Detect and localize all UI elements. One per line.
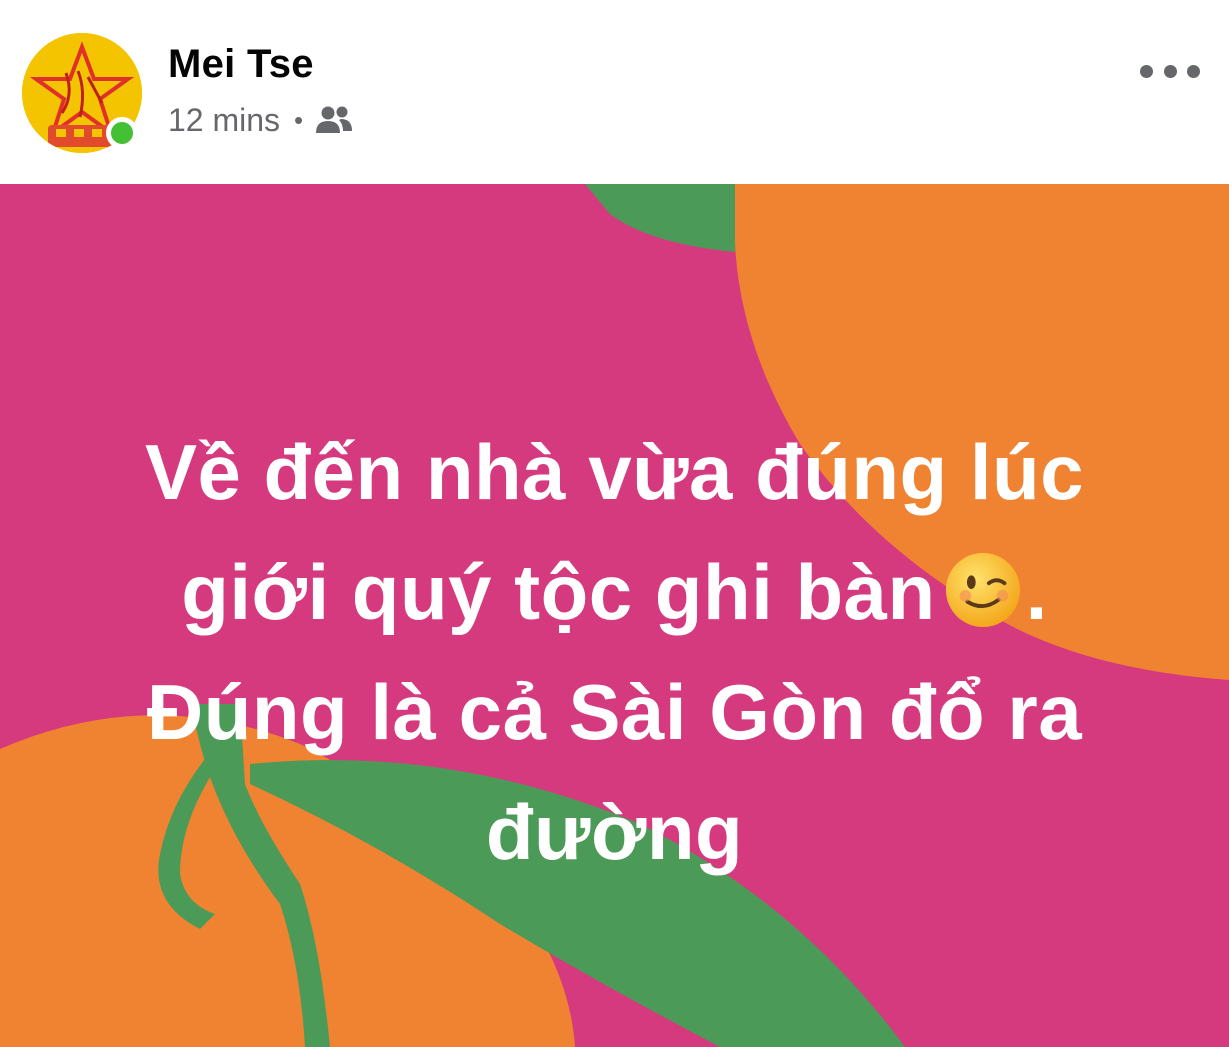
post-text-period: .	[1025, 548, 1048, 636]
post-text: Về đến nhà vừa đúng lúc giới quý tộc ghi…	[40, 412, 1189, 892]
avatar-wrapper[interactable]	[22, 33, 144, 155]
post-header: Mei Tse 12 mins •	[0, 0, 1229, 184]
post-text-line: giới quý tộc ghi bàn .	[40, 532, 1189, 652]
meta-separator: •	[294, 104, 304, 135]
post-text-line: đường	[485, 788, 744, 876]
post-text-line: Đúng là cả Sài Gòn đổ ra	[146, 668, 1083, 756]
friends-audience-icon[interactable]	[315, 105, 353, 135]
more-dot	[1140, 64, 1153, 78]
post-text-line: Về đến nhà vừa đúng lúc	[144, 428, 1085, 516]
post-timestamp[interactable]: 12 mins	[168, 102, 280, 139]
post-meta: 12 mins •	[168, 100, 353, 140]
online-status-indicator	[106, 117, 138, 149]
more-dot	[1187, 64, 1200, 78]
winking-face-icon	[945, 552, 1020, 628]
author-name[interactable]: Mei Tse	[168, 42, 314, 87]
more-dot	[1163, 64, 1177, 78]
post-text-fragment: giới quý tộc ghi bàn	[181, 548, 936, 636]
post-card: Mei Tse 12 mins • Về đến nhà vừa đúng lú…	[0, 0, 1229, 1047]
post-body[interactable]: Về đến nhà vừa đúng lúc giới quý tộc ghi…	[0, 184, 1229, 1047]
more-options-icon[interactable]	[1140, 56, 1200, 86]
